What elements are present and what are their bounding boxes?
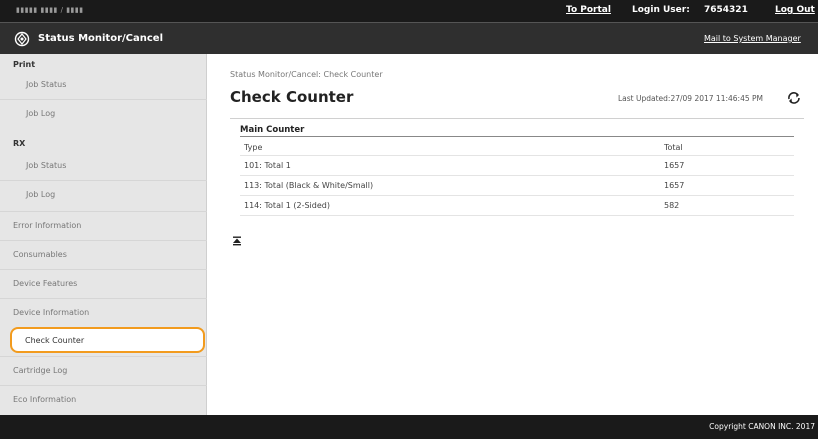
sidebar-section-print: Print bbox=[13, 60, 36, 69]
sidebar-item-cartridge-log[interactable]: Cartridge Log bbox=[0, 356, 207, 384]
copyright: Copyright CANON INC. 2017 bbox=[709, 422, 815, 431]
login-user-id: 7654321 bbox=[704, 5, 748, 15]
column-header-total: Total bbox=[664, 143, 683, 152]
column-header-type: Type bbox=[244, 143, 263, 152]
row-divider bbox=[240, 155, 794, 156]
refresh-icon[interactable] bbox=[786, 90, 802, 106]
back-to-top-icon[interactable] bbox=[232, 236, 242, 246]
counter-total: 1657 bbox=[664, 181, 685, 190]
to-portal-link[interactable]: To Portal bbox=[566, 5, 611, 15]
sidebar-item-check-counter[interactable]: Check Counter bbox=[10, 327, 205, 353]
last-updated: Last Updated:27/09 2017 11:46:45 PM bbox=[618, 94, 763, 103]
sidebar-item-rx-job-status[interactable]: Job Status bbox=[0, 152, 207, 180]
page-title: Check Counter bbox=[230, 88, 354, 106]
sidebar-item-device-information[interactable]: Device Information bbox=[0, 298, 207, 326]
main-counter-heading: Main Counter bbox=[240, 125, 305, 135]
heading-underline bbox=[240, 136, 794, 137]
sidebar-item-consumables[interactable]: Consumables bbox=[0, 240, 207, 268]
title-bar: Status Monitor/Cancel Mail to System Man… bbox=[0, 22, 818, 54]
footer: Copyright CANON INC. 2017 bbox=[0, 415, 818, 439]
row-divider bbox=[240, 215, 794, 216]
device-name: ▮▮▮▮▮ ▮▮▮▮ / ▮▮▮▮ bbox=[16, 6, 84, 14]
sidebar-item-device-features[interactable]: Device Features bbox=[0, 269, 207, 297]
counter-type: 114: Total 1 (2-Sided) bbox=[244, 201, 330, 210]
sidebar-item-eco-information[interactable]: Eco Information bbox=[0, 385, 207, 413]
sidebar: Print Job Status Job Log RX Job Status J… bbox=[0, 54, 207, 415]
counter-total: 582 bbox=[664, 201, 680, 210]
main-content: Status Monitor/Cancel: Check Counter Che… bbox=[208, 54, 818, 415]
breadcrumb: Status Monitor/Cancel: Check Counter bbox=[230, 70, 383, 79]
row-divider bbox=[240, 195, 794, 196]
sidebar-item-print-job-status[interactable]: Job Status bbox=[0, 71, 207, 99]
status-monitor-icon bbox=[14, 31, 30, 47]
counter-type: 113: Total (Black & White/Small) bbox=[244, 181, 374, 190]
counter-type: 101: Total 1 bbox=[244, 161, 291, 170]
mail-to-system-manager-link[interactable]: Mail to System Manager bbox=[704, 34, 801, 43]
row-divider bbox=[240, 175, 794, 176]
sidebar-item-rx-job-log[interactable]: Job Log bbox=[0, 180, 207, 208]
sidebar-item-error-information[interactable]: Error Information bbox=[0, 211, 207, 239]
sidebar-section-rx: RX bbox=[13, 139, 26, 148]
main-counter-panel: Main Counter Type Total 101: Total 1 165… bbox=[230, 118, 804, 228]
app-title: Status Monitor/Cancel bbox=[38, 33, 164, 44]
sidebar-item-print-job-log[interactable]: Job Log bbox=[0, 99, 207, 127]
logout-link[interactable]: Log Out bbox=[775, 5, 815, 15]
top-bar: ▮▮▮▮▮ ▮▮▮▮ / ▮▮▮▮ To Portal Login User: … bbox=[0, 0, 818, 22]
counter-total: 1657 bbox=[664, 161, 685, 170]
login-user-label: Login User: bbox=[632, 5, 690, 15]
